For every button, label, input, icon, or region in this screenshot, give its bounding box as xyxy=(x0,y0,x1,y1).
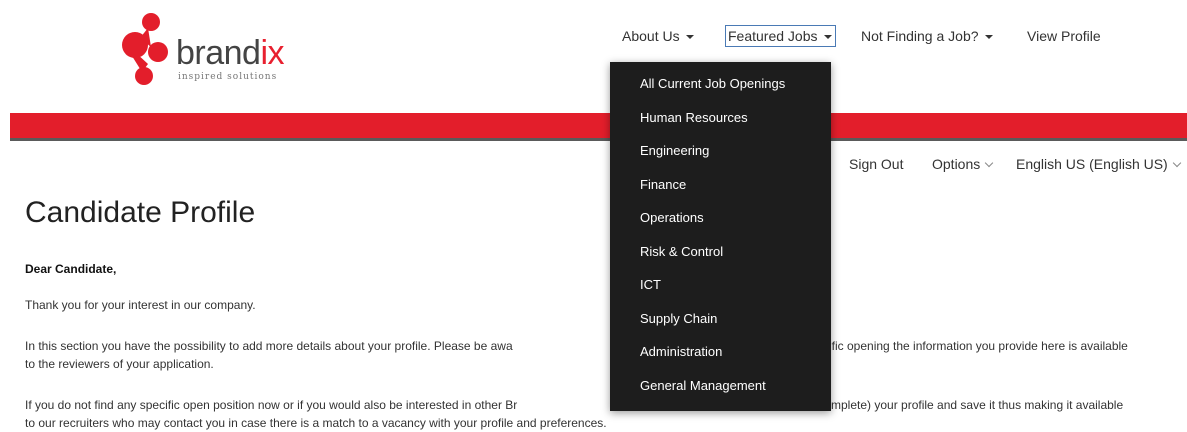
dropdown-item-all-current-job-openings[interactable]: All Current Job Openings xyxy=(640,76,785,91)
chevron-down-icon xyxy=(1172,158,1181,168)
nav-featured-jobs[interactable]: Featured Jobs xyxy=(725,25,836,47)
logo-tagline: inspired solutions xyxy=(178,72,278,82)
page-title: Candidate Profile xyxy=(25,196,256,229)
caret-down-icon xyxy=(984,35,993,40)
options-menu[interactable]: Options xyxy=(932,156,994,172)
dropdown-item-general-management[interactable]: General Management xyxy=(640,378,766,393)
nav-view-profile[interactable]: View Profile xyxy=(1027,26,1101,46)
chevron-down-icon xyxy=(985,158,994,168)
nav-about-us[interactable]: About Us xyxy=(622,26,694,46)
caret-down-icon xyxy=(823,35,832,40)
dropdown-item-administration[interactable]: Administration xyxy=(640,344,722,359)
featured-jobs-dropdown: All Current Job Openings Human Resources… xyxy=(610,62,831,411)
banner-divider xyxy=(10,138,1187,141)
brandix-logo[interactable]: brandix inspired solutions xyxy=(118,12,288,90)
intro-paragraph: Thank you for your interest in our compa… xyxy=(25,298,256,312)
dropdown-item-supply-chain[interactable]: Supply Chain xyxy=(640,311,717,326)
brand-banner xyxy=(10,113,1187,138)
caret-down-icon xyxy=(685,35,694,40)
dropdown-item-operations[interactable]: Operations xyxy=(640,210,704,225)
greeting-text: Dear Candidate, xyxy=(25,262,117,276)
dropdown-item-risk-control[interactable]: Risk & Control xyxy=(640,244,723,259)
sign-out-link[interactable]: Sign Out xyxy=(849,156,903,172)
dropdown-item-engineering[interactable]: Engineering xyxy=(640,143,709,158)
logo-mark-icon xyxy=(122,13,168,85)
dropdown-item-finance[interactable]: Finance xyxy=(640,177,686,192)
dropdown-item-ict[interactable]: ICT xyxy=(640,277,661,292)
language-selector[interactable]: English US (English US) xyxy=(1016,156,1181,172)
top-nav: About Us Featured Jobs Not Finding a Job… xyxy=(0,25,1187,50)
nav-not-finding-job[interactable]: Not Finding a Job? xyxy=(861,26,993,46)
dropdown-item-human-resources[interactable]: Human Resources xyxy=(640,110,748,125)
